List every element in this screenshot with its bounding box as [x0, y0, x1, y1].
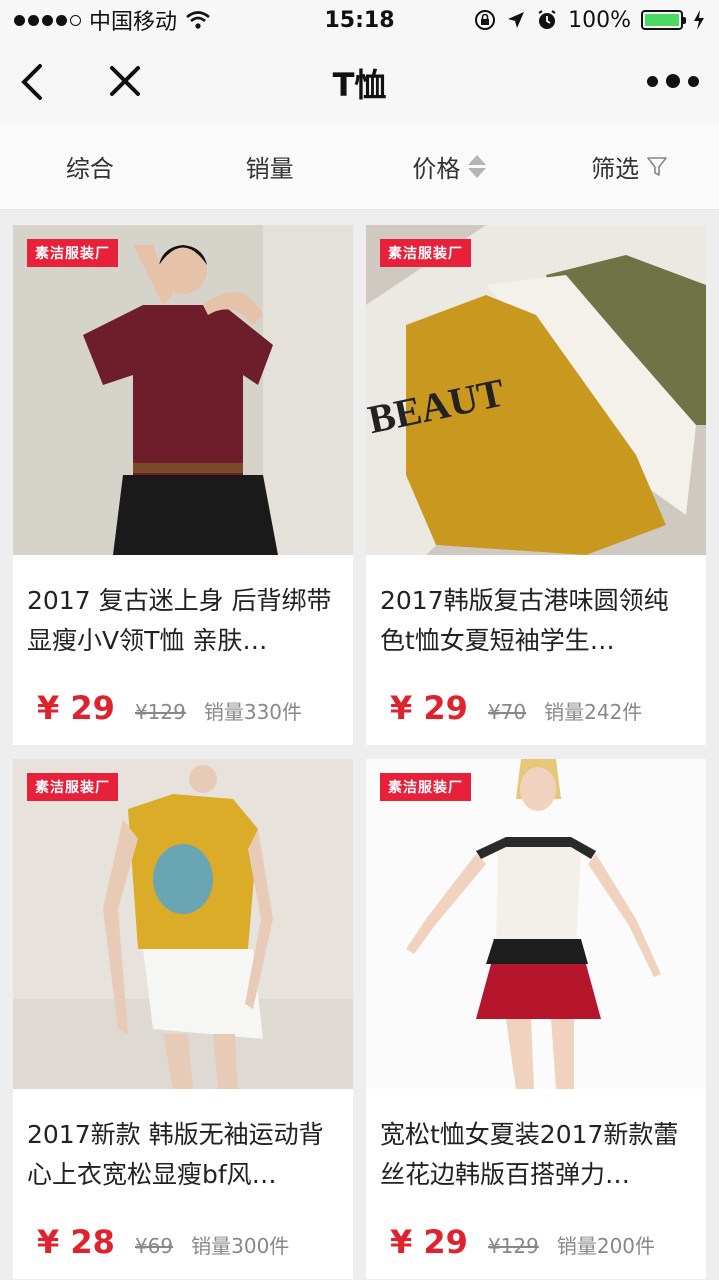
battery-percent: 100% — [568, 7, 631, 33]
product-title: 2017韩版复古港味圆领纯色t恤女夏短袖学生… — [380, 586, 669, 655]
shop-badge: 素洁服装厂 — [380, 773, 471, 801]
navigation-bar: T恤 — [0, 40, 719, 124]
sort-arrows-icon — [468, 155, 487, 178]
product-card[interactable]: 素洁服装厂 2017 复古迷上身 后背绑带显瘦小V领T恤 亲肤… ¥ 29 ¥1… — [13, 225, 353, 745]
original-price: ¥69 — [134, 1234, 174, 1258]
status-right: 100% — [474, 8, 705, 33]
price-row: ¥ 29 ¥129 销量200件 — [366, 1211, 706, 1261]
product-image-folded-tees: BEAUT 素洁服装厂 — [366, 225, 706, 555]
more-dot-icon — [688, 75, 699, 87]
funnel-icon — [647, 156, 667, 176]
back-button[interactable] — [16, 58, 56, 106]
original-price: ¥129 — [134, 700, 186, 724]
close-icon — [110, 66, 140, 96]
sort-price[interactable]: 价格 — [360, 149, 540, 184]
filter-label: 筛选 — [591, 155, 640, 183]
shop-badge: 素洁服装厂 — [27, 239, 118, 267]
sales-count: 销量300件 — [191, 1234, 290, 1258]
close-button[interactable] — [104, 58, 148, 106]
price-row: ¥ 29 ¥129 销量330件 — [13, 677, 353, 727]
sort-sales[interactable]: 销量 — [180, 149, 360, 184]
product-price: ¥ 29 — [390, 1223, 468, 1261]
shop-badge: 素洁服装厂 — [27, 773, 118, 801]
original-price: ¥129 — [487, 1234, 539, 1258]
product-price: ¥ 28 — [37, 1223, 115, 1261]
product-card[interactable]: 素洁服装厂 宽松t恤女夏装2017新款蕾丝花边韩版百搭弹力… ¥ 29 ¥129… — [366, 759, 706, 1279]
status-left: 中国移动 — [14, 4, 211, 36]
battery-icon — [641, 10, 686, 30]
product-image-model-yellow-tank: 素洁服装厂 — [13, 759, 353, 1089]
sort-comprehensive[interactable]: 综合 — [0, 149, 180, 184]
sales-count: 销量200件 — [556, 1234, 656, 1258]
product-grid: 素洁服装厂 2017 复古迷上身 后背绑带显瘦小V领T恤 亲肤… ¥ 29 ¥1… — [13, 225, 706, 1279]
sales-count: 销量242件 — [544, 700, 643, 724]
location-arrow-icon — [508, 12, 525, 28]
wifi-icon — [186, 11, 210, 29]
product-price: ¥ 29 — [390, 689, 468, 727]
more-button[interactable] — [647, 68, 699, 94]
price-row: ¥ 29 ¥70 销量242件 — [366, 677, 706, 727]
sort-bar: 综合 销量 价格 筛选 — [0, 124, 719, 210]
status-bar: 中国移动 15:18 100% — [0, 0, 719, 40]
charging-bolt-icon — [694, 10, 704, 30]
more-dot-icon — [666, 74, 680, 88]
original-price: ¥70 — [487, 700, 527, 724]
carrier-label: 中国移动 — [89, 10, 178, 35]
product-title: 2017 复古迷上身 后背绑带显瘦小V领T恤 亲肤… — [27, 586, 332, 655]
sort-price-label: 价格 — [412, 155, 461, 183]
product-image-model-burgundy-tee: 素洁服装厂 — [13, 225, 353, 555]
rotation-lock-icon — [475, 10, 496, 30]
chevron-left-icon — [21, 64, 42, 100]
signal-strength-icon — [14, 14, 81, 26]
product-title: 2017新款 韩版无袖运动背心上衣宽松显瘦bf风… — [27, 1120, 324, 1189]
price-row: ¥ 28 ¥69 销量300件 — [13, 1211, 353, 1261]
product-card[interactable]: BEAUT 素洁服装厂 2017韩版复古港味圆领纯色t恤女夏短袖学生… ¥ 29… — [366, 225, 706, 745]
sales-count: 销量330件 — [203, 700, 303, 724]
sort-comprehensive-label: 综合 — [65, 155, 114, 183]
product-card[interactable]: 素洁服装厂 2017新款 韩版无袖运动背心上衣宽松显瘦bf风… ¥ 28 ¥69… — [13, 759, 353, 1279]
product-title: 宽松t恤女夏装2017新款蕾丝花边韩版百搭弹力… — [380, 1120, 679, 1189]
product-price: ¥ 29 — [37, 689, 115, 727]
sort-sales-label: 销量 — [245, 155, 294, 183]
product-image-model-lace-top: 素洁服装厂 — [366, 759, 706, 1089]
alarm-icon — [538, 10, 556, 29]
more-dot-icon — [647, 75, 658, 87]
shop-badge: 素洁服装厂 — [380, 239, 471, 267]
filter-button[interactable]: 筛选 — [539, 149, 719, 184]
